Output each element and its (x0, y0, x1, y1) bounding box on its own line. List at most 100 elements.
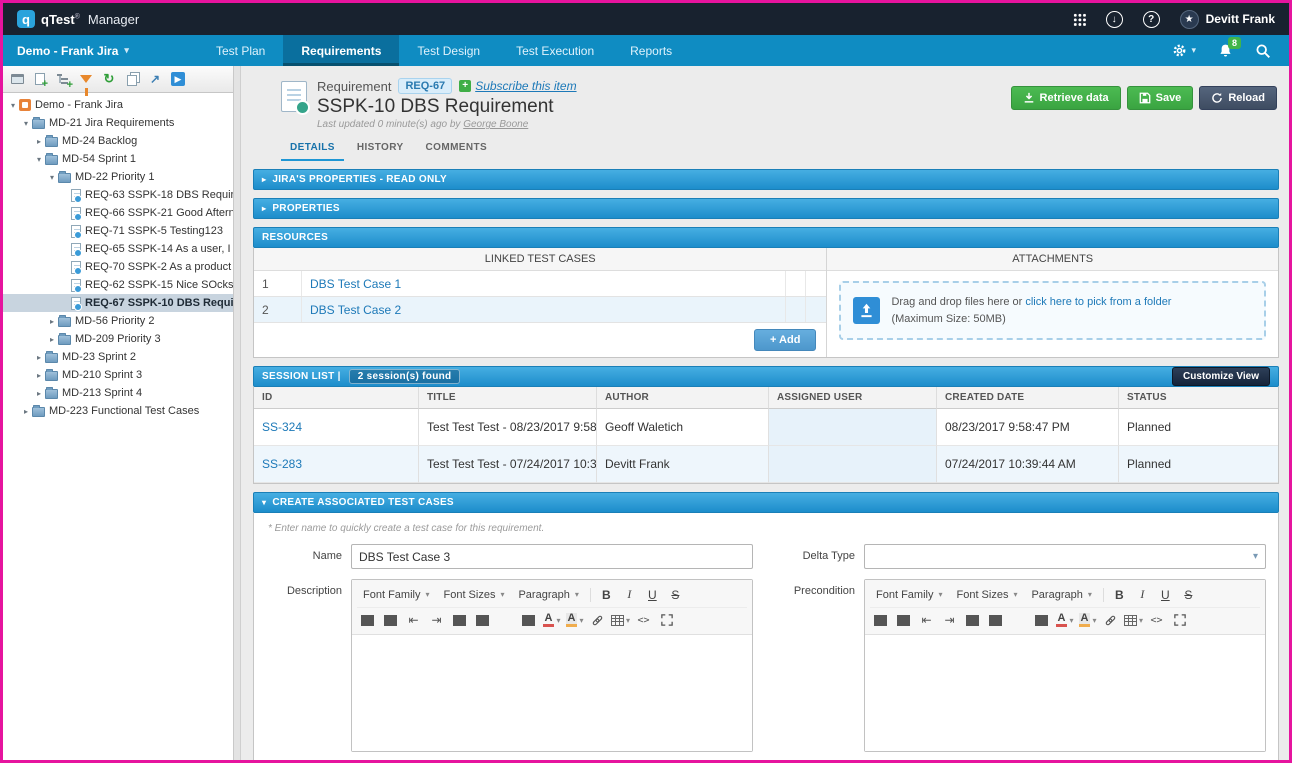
nav-tab[interactable]: Requirements (283, 35, 399, 66)
save-button[interactable]: Save (1127, 86, 1194, 110)
search-icon[interactable] (1255, 43, 1271, 59)
download-icon[interactable]: ↓ (1106, 11, 1123, 28)
column-header[interactable]: ID (254, 387, 419, 409)
help-icon[interactable]: ? (1143, 11, 1160, 28)
tree-item[interactable]: MD-22 Priority 1 (3, 168, 233, 186)
bold-button[interactable]: B (1109, 585, 1130, 605)
workspace-icon[interactable] (8, 70, 26, 88)
ordered-list-icon[interactable] (893, 610, 914, 630)
tree-item[interactable]: MD-213 Sprint 4 (3, 384, 233, 402)
tree-expand-arrow[interactable] (33, 389, 45, 398)
indent-icon[interactable] (426, 610, 447, 630)
fullscreen-icon[interactable] (656, 610, 677, 630)
updated-by-link[interactable]: George Boone (463, 119, 528, 130)
tree-expand-arrow[interactable] (7, 101, 19, 110)
add-linked-test-case-button[interactable]: + Add (754, 329, 816, 351)
align-left-icon[interactable] (449, 610, 470, 630)
align-center-icon[interactable] (472, 610, 493, 630)
tree-item[interactable]: MD-223 Functional Test Cases (3, 402, 233, 420)
tree-item[interactable]: REQ-70 SSPK-2 As a product ow (3, 258, 233, 276)
italic-button[interactable]: I (1132, 585, 1153, 605)
align-left-icon[interactable] (962, 610, 983, 630)
notifications-button[interactable]: 8 (1218, 43, 1233, 59)
project-selector[interactable]: Demo - Frank Jira ▾ (3, 35, 198, 66)
tree-item[interactable]: REQ-66 SSPK-21 Good Afternoo (3, 204, 233, 222)
test-case-link[interactable]: DBS Test Case 1 (302, 271, 786, 296)
text-color-icon[interactable]: ▾ (541, 610, 562, 630)
column-header[interactable]: AUTHOR (597, 387, 769, 409)
link-icon[interactable] (587, 610, 608, 630)
add-requirement-icon[interactable] (31, 70, 49, 88)
tree-item[interactable]: MD-24 Backlog (3, 132, 233, 150)
table-icon[interactable]: ▾ (1123, 610, 1144, 630)
outdent-icon[interactable] (403, 610, 424, 630)
detail-tab[interactable]: DETAILS (281, 138, 344, 161)
column-header[interactable]: STATUS (1119, 387, 1278, 409)
align-right-icon[interactable] (495, 610, 516, 630)
precondition-editor-content[interactable] (865, 635, 1265, 751)
font-sizes-dropdown[interactable]: Font Sizes (950, 587, 1023, 603)
align-right-icon[interactable] (1008, 610, 1029, 630)
session-row[interactable]: SS-324 Test Test Test - 08/23/2017 9:58:… (254, 409, 1278, 446)
qtest-logo[interactable]: q qTest® Manager (17, 10, 139, 28)
text-color-icon[interactable]: ▾ (1054, 610, 1075, 630)
strikethrough-button[interactable]: S (1178, 585, 1199, 605)
tree-expand-arrow[interactable] (46, 317, 58, 326)
strikethrough-button[interactable]: S (665, 585, 686, 605)
paragraph-dropdown[interactable]: Paragraph (512, 587, 584, 603)
background-color-icon[interactable]: ▾ (1077, 610, 1098, 630)
properties-header[interactable]: ▸ PROPERTIES (253, 198, 1279, 219)
filter-icon[interactable] (77, 70, 95, 88)
session-id-link[interactable]: SS-324 (254, 409, 419, 446)
attachments-dropzone[interactable]: Drag and drop files here or click here t… (839, 281, 1266, 340)
font-family-dropdown[interactable]: Font Family (357, 587, 435, 603)
copy-icon[interactable] (123, 70, 141, 88)
tree-expand-arrow[interactable] (20, 407, 32, 416)
nav-tab[interactable]: Reports (612, 35, 690, 66)
tree-item[interactable]: REQ-71 SSPK-5 Testing123 (3, 222, 233, 240)
tree-item[interactable]: REQ-63 SSPK-18 DBS Requirem (3, 186, 233, 204)
indent-icon[interactable] (939, 610, 960, 630)
align-justify-icon[interactable] (1031, 610, 1052, 630)
tree-expand-arrow[interactable] (20, 119, 32, 128)
detail-tab[interactable]: HISTORY (348, 138, 413, 161)
customize-view-button[interactable]: Customize View (1172, 367, 1270, 386)
font-family-dropdown[interactable]: Font Family (870, 587, 948, 603)
test-case-link[interactable]: DBS Test Case 2 (302, 297, 786, 322)
create-test-cases-header[interactable]: ▾ CREATE ASSOCIATED TEST CASES (253, 492, 1279, 513)
tree-expand-arrow[interactable] (46, 173, 58, 182)
name-input[interactable] (351, 544, 753, 569)
session-row[interactable]: SS-283 Test Test Test - 07/24/2017 10:39… (254, 446, 1278, 483)
fullscreen-icon[interactable] (1169, 610, 1190, 630)
tree-item[interactable]: MD-54 Sprint 1 (3, 150, 233, 168)
tree-expand-arrow[interactable] (33, 371, 45, 380)
tree-item[interactable]: REQ-67 SSPK-10 DBS Requirer (3, 294, 233, 312)
tree-item[interactable]: REQ-62 SSPK-15 Nice SOcks (3, 276, 233, 294)
add-folder-icon[interactable] (54, 70, 72, 88)
outdent-icon[interactable] (916, 610, 937, 630)
code-icon[interactable] (633, 610, 654, 630)
bold-button[interactable]: B (596, 585, 617, 605)
session-id-link[interactable]: SS-283 (254, 446, 419, 483)
tree-item[interactable]: Demo - Frank Jira (3, 96, 233, 114)
detail-tab[interactable]: COMMENTS (417, 138, 497, 161)
code-icon[interactable] (1146, 610, 1167, 630)
background-color-icon[interactable]: ▾ (564, 610, 585, 630)
italic-button[interactable]: I (619, 585, 640, 605)
tree-expand-arrow[interactable] (46, 335, 58, 344)
table-icon[interactable]: ▾ (610, 610, 631, 630)
nav-tab[interactable]: Test Plan (198, 35, 283, 66)
paragraph-dropdown[interactable]: Paragraph (1025, 587, 1097, 603)
align-center-icon[interactable] (985, 610, 1006, 630)
column-header[interactable]: ASSIGNED USER (769, 387, 937, 409)
tree-item[interactable]: MD-209 Priority 3 (3, 330, 233, 348)
tree-item[interactable]: MD-56 Priority 2 (3, 312, 233, 330)
font-sizes-dropdown[interactable]: Font Sizes (437, 587, 510, 603)
tree-expand-arrow[interactable] (33, 353, 45, 362)
ordered-list-icon[interactable] (380, 610, 401, 630)
reload-button[interactable]: Reload (1199, 86, 1277, 110)
link-icon[interactable] (1100, 610, 1121, 630)
resources-header[interactable]: RESOURCES (253, 227, 1279, 248)
nav-tab[interactable]: Test Design (399, 35, 498, 66)
pick-file-link[interactable]: click here to pick from a folder (1025, 296, 1171, 308)
